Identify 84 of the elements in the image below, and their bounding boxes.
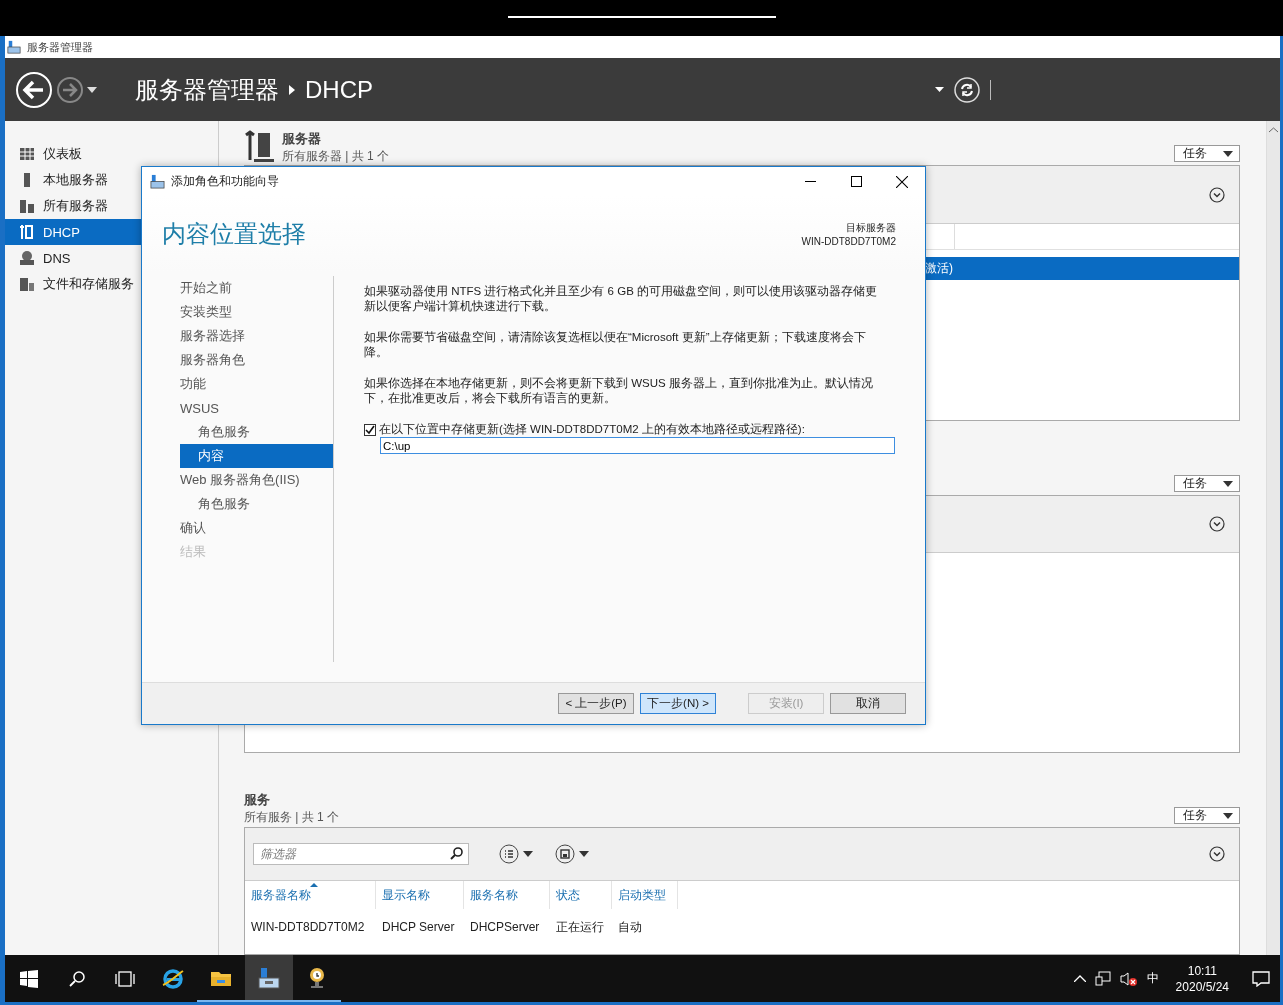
input-method-indicator[interactable]: 中 [1146, 970, 1159, 987]
column-header[interactable]: 服务器名称 [245, 881, 376, 909]
path-input[interactable]: C:\up [380, 437, 895, 454]
tasks-dropdown[interactable]: 任务 [1174, 475, 1240, 492]
target-server-name: WIN-DDT8DD7T0M2 [801, 236, 896, 247]
task-view-icon [115, 970, 135, 987]
list-icon[interactable] [499, 844, 519, 864]
table-cell-text: 正在运行 [555, 918, 605, 936]
wizard-step[interactable]: 功能 [180, 372, 333, 396]
windows-logo-icon [20, 969, 38, 988]
wizard-step[interactable]: Web 服务器角色(IIS) [180, 468, 333, 492]
tasks-dropdown[interactable]: 任务 [1174, 145, 1240, 162]
section-subtitle: 所有服务器 | 共 1 个 [282, 147, 390, 165]
expand-icon[interactable] [1209, 846, 1225, 862]
search-icon [68, 969, 86, 988]
description-text: 如果你需要节省磁盘空间，请清除该复选框以便在“Microsoft 更新”上存储更新；下载速度将会下降。 [364, 330, 867, 360]
notification-icon[interactable] [1252, 970, 1270, 987]
caret-icon [1223, 480, 1233, 487]
app-icon [150, 174, 165, 189]
section-title: 服务器 [282, 129, 322, 148]
breadcrumb-item[interactable]: 服务器管理器 [135, 73, 279, 106]
caret-icon [523, 851, 533, 857]
server-manager-icon [257, 965, 281, 990]
wizard-button[interactable]: < 上一步(P) [558, 693, 634, 714]
back-button[interactable] [15, 70, 53, 109]
save-query-button[interactable] [555, 844, 589, 864]
wizard-button[interactable]: 取消 [830, 693, 906, 714]
expand-icon[interactable] [1209, 516, 1225, 532]
refresh-icon[interactable] [954, 76, 980, 103]
wizard-step[interactable]: WSUS [180, 396, 333, 420]
chevron-up-icon[interactable] [1073, 975, 1086, 982]
window-title: 服务器管理器 [27, 39, 93, 55]
table-cell-text: 自动 [617, 918, 643, 936]
scroll-up-icon[interactable] [1269, 127, 1278, 133]
wizard-step[interactable]: 服务器选择 [180, 324, 333, 348]
clock[interactable]: 10:11 2020/5/24 [1175, 962, 1229, 995]
column-header[interactable]: 显示名称 [376, 881, 464, 909]
view-options-button[interactable] [499, 844, 533, 864]
column-header[interactable]: 状态 [550, 881, 612, 909]
close-icon [896, 175, 908, 188]
expand-icon[interactable] [1209, 186, 1225, 203]
wizard-step[interactable]: 角色服务 [180, 420, 333, 444]
wizard-step[interactable]: 安装类型 [180, 300, 333, 324]
muted-volume-icon[interactable] [1119, 970, 1138, 987]
caret-icon [1223, 150, 1233, 157]
wizard-step[interactable]: 内容 [180, 444, 333, 468]
app-icon [7, 40, 21, 54]
network-icon[interactable] [1094, 970, 1111, 987]
ie-icon [161, 966, 185, 991]
tasks-dropdown[interactable]: 任务 [1174, 807, 1240, 824]
section-subtitle: 所有服务 | 共 1 个 [244, 808, 340, 826]
history-dropdown-icon[interactable] [87, 86, 97, 93]
table-cell-text: DHCPServer [469, 920, 541, 934]
table-cell-text: DHCP Server [381, 920, 456, 934]
breadcrumb-item[interactable]: DHCP [305, 75, 373, 104]
section-title: 服务 [244, 790, 271, 809]
dropdown-caret-icon[interactable] [935, 87, 944, 92]
wizard-step[interactable]: 角色服务 [180, 492, 333, 516]
caret-icon [1223, 812, 1233, 819]
store-updates-checkbox[interactable] [364, 423, 376, 436]
minimize-icon [804, 181, 816, 182]
sidebar-item[interactable]: 所有服务器 [5, 193, 218, 219]
dialog-title: 添加角色和功能向导 [171, 173, 279, 190]
table-cell-text: WIN-DDT8DD7T0M2 [250, 920, 366, 934]
wizard-button[interactable]: 下一步(N) > [640, 693, 716, 714]
taskbar-app[interactable] [245, 955, 293, 1002]
wizard-step[interactable]: 确认 [180, 516, 333, 540]
breadcrumb-separator-icon [289, 84, 295, 95]
column-header[interactable]: 启动类型 [612, 881, 678, 909]
wizard-step[interactable]: 服务器角色 [180, 348, 333, 372]
column-header[interactable]: 服务名称 [464, 881, 550, 909]
sidebar-item[interactable]: 仪表板 [5, 141, 218, 167]
description-text: 如果驱动器使用 NTFS 进行格式化并且至少有 6 GB 的可用磁盘空间，则可以使用该驱动器存储更新以便客户端计算机快速进行下载。 [364, 284, 878, 314]
maximize-icon [850, 176, 862, 187]
caret-icon [579, 851, 589, 857]
dashboard-icon [19, 146, 35, 162]
checkbox-label: 在以下位置中存储更新(选择 WIN-DDT8DD7T0M2 上的有效本地路径或远程路径): [379, 422, 805, 437]
sort-arrow-icon [310, 883, 318, 887]
description-text: 如果你选择在本地存储更新，则不会将更新下载到 WSUS 服务器上，直到你批准为止。默认情况下，在批准更改后，将会下载所有语言的更新。 [364, 376, 874, 406]
wizard-step[interactable]: 开始之前 [180, 276, 333, 300]
target-server-label: 目标服务器 [845, 221, 896, 235]
search-icon[interactable] [450, 847, 463, 860]
save-icon[interactable] [555, 844, 575, 864]
filter-field[interactable]: 筛选器 [253, 843, 469, 865]
